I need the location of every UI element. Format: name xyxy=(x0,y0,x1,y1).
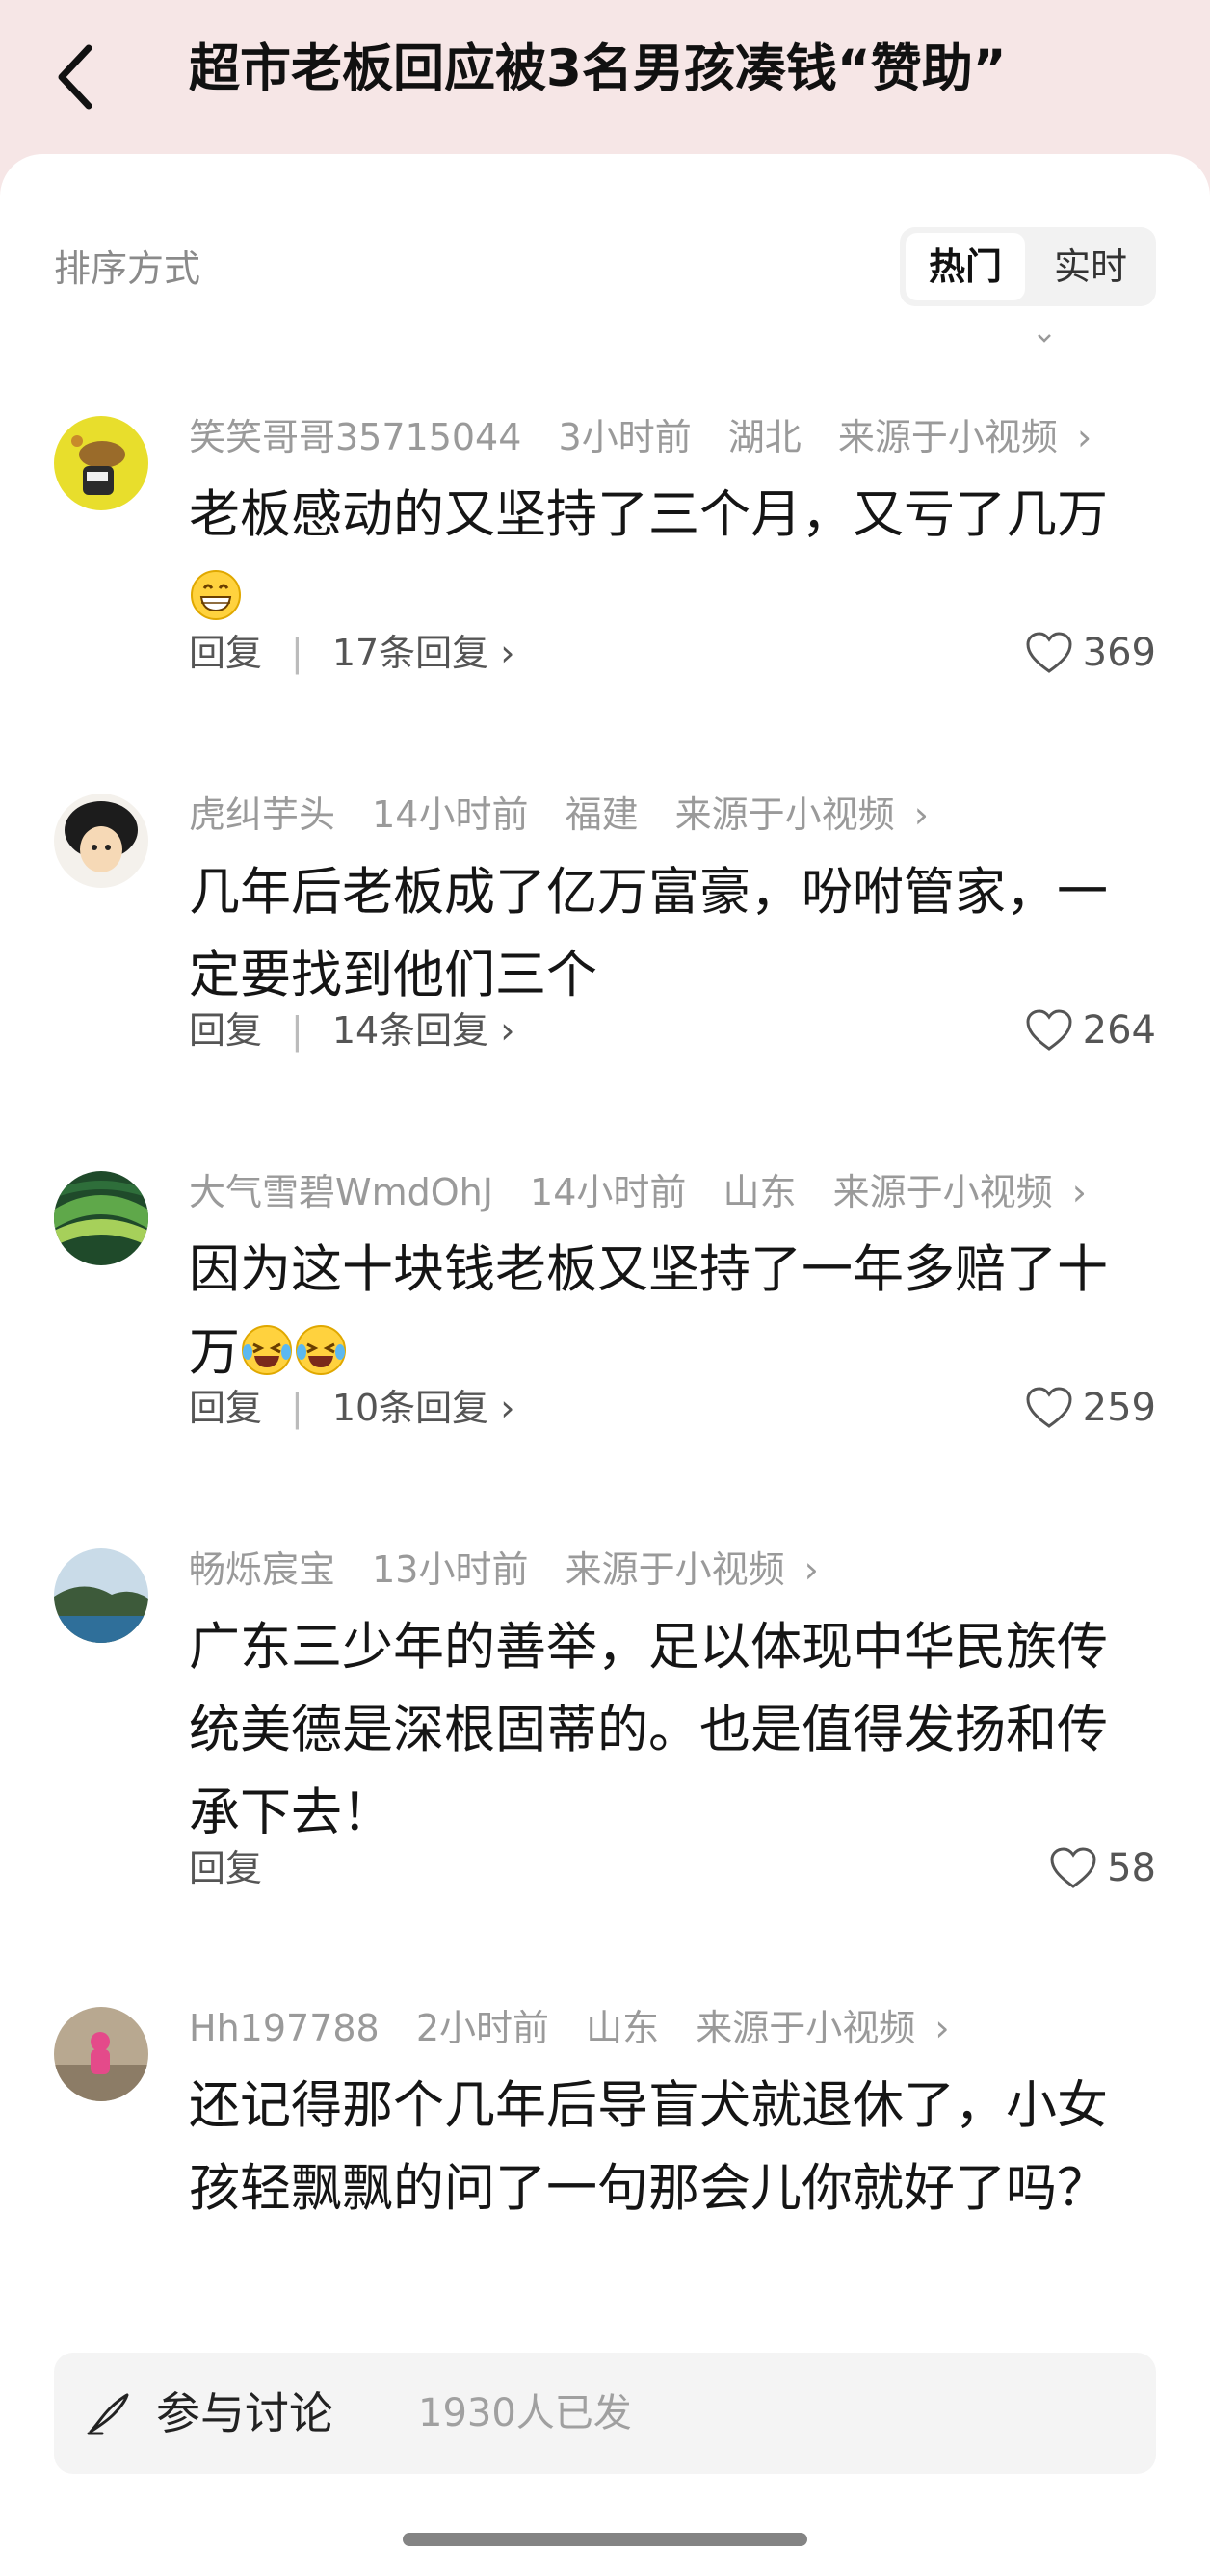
comment-text: 老板感动的又坚持了三个月，又亏了几万 xyxy=(189,474,1133,639)
reply-button[interactable]: 回复 xyxy=(189,632,262,674)
like-button[interactable]: 58 xyxy=(1049,1839,1156,1897)
comment-item: 虎纠芋头 14小时前 福建 来源于小视频 › 几年后老板成了亿万富豪，吩咐管家，… xyxy=(0,788,1210,1115)
comment-time: 14小时前 xyxy=(530,1171,687,1213)
comment-meta: 笑笑哥哥35715044 3小时前 湖北 来源于小视频 › xyxy=(189,410,1092,464)
laugh-cry-emoji-icon xyxy=(242,1325,292,1375)
comment-item: 大气雪碧WmdOhJ 14小时前 山东 来源于小视频 › 因为这十块钱老板又坚持… xyxy=(0,1165,1210,1493)
sort-toggle: 热门 实时 xyxy=(900,227,1156,306)
avatar[interactable] xyxy=(54,1548,148,1643)
comment-actions: 回复 | 10条回复 › xyxy=(189,1387,515,1429)
chevron-right-icon: › xyxy=(934,2007,950,2049)
like-button[interactable]: 264 xyxy=(1025,1002,1156,1059)
comment-meta: Hh197788 2小时前 山东 来源于小视频 › xyxy=(189,2001,950,2055)
avatar[interactable] xyxy=(54,2007,148,2101)
home-indicator xyxy=(403,2533,807,2546)
username[interactable]: 大气雪碧WmdOhJ xyxy=(189,1171,493,1213)
like-count: 259 xyxy=(1082,1386,1156,1430)
sort-option-latest[interactable]: 实时 xyxy=(1031,233,1150,300)
chevron-right-icon: › xyxy=(1071,1171,1087,1213)
heart-icon xyxy=(1026,1009,1072,1051)
comment-text: 几年后老板成了亿万富豪，吩咐管家，一定要找到他们三个 xyxy=(189,863,1108,1004)
comments-panel: 排序方式 热门 实时 笑笑哥哥35715044 3小时前 湖北 来源于小视频 ›… xyxy=(0,154,1210,2576)
comment-item: Hh197788 2小时前 山东 来源于小视频 › 还记得那个几年后导盲犬就退休… xyxy=(0,2001,1210,2319)
view-replies-link[interactable]: 14条回复 xyxy=(332,1009,488,1052)
like-count: 264 xyxy=(1082,1008,1156,1053)
join-discussion-label: 参与讨论 xyxy=(156,2387,333,2439)
comment-time: 14小时前 xyxy=(372,794,529,836)
comment-meta: 畅烁宸宝 13小时前 来源于小视频 › xyxy=(189,1543,819,1597)
comment-location: 山东 xyxy=(586,2007,660,2049)
chevron-right-icon: › xyxy=(913,794,929,836)
comment-item: 畅烁宸宝 13小时前 来源于小视频 › 广东三少年的善举，足以体现中华民族传统美… xyxy=(0,1543,1210,1947)
source-link[interactable]: 来源于小视频 xyxy=(566,1548,785,1591)
view-replies-link[interactable]: 10条回复 xyxy=(332,1387,488,1429)
comment-time: 13小时前 xyxy=(372,1548,529,1591)
sort-label: 排序方式 xyxy=(54,247,201,290)
comment-text: 因为这十块钱老板又坚持了一年多赔了十万 xyxy=(189,1240,1108,1382)
comment-time: 3小时前 xyxy=(558,416,692,458)
pen-icon xyxy=(87,2393,129,2435)
username[interactable]: 畅烁宸宝 xyxy=(189,1548,335,1591)
source-link[interactable]: 来源于小视频 xyxy=(833,1171,1053,1213)
heart-icon xyxy=(1050,1847,1096,1888)
reply-button[interactable]: 回复 xyxy=(189,1009,262,1052)
source-link[interactable]: 来源于小视频 xyxy=(696,2007,915,2049)
comment-actions: 回复 xyxy=(189,1839,262,1897)
avatar[interactable] xyxy=(54,416,148,510)
comment-text: 还记得那个几年后导盲犬就退休了，小女孩轻飘飘的问了一句那会儿你就好了吗？ xyxy=(189,2076,1108,2218)
comment-location: 山东 xyxy=(723,1171,797,1213)
top-bar: 超市老板回应被3名男孩凑钱“赞助” xyxy=(0,0,1210,154)
comment-location: 湖北 xyxy=(727,416,802,458)
comment-actions: 回复 | 14条回复 › xyxy=(189,1009,515,1052)
username[interactable]: Hh197788 xyxy=(189,2007,380,2049)
comment-location: 福建 xyxy=(565,794,639,836)
comment-meta: 虎纠芋头 14小时前 福建 来源于小视频 › xyxy=(189,788,929,842)
source-link[interactable]: 来源于小视频 xyxy=(675,794,895,836)
view-replies-link[interactable]: 17条回复 xyxy=(332,632,488,674)
like-button[interactable]: 369 xyxy=(1025,624,1156,682)
expand-indicator-icon xyxy=(1038,334,1051,343)
source-link[interactable]: 来源于小视频 xyxy=(838,416,1058,458)
heart-icon xyxy=(1026,1387,1072,1428)
chevron-right-icon: › xyxy=(803,1548,819,1591)
sort-option-hot[interactable]: 热门 xyxy=(906,233,1025,300)
reply-button[interactable]: 回复 xyxy=(189,1847,262,1889)
avatar[interactable] xyxy=(54,794,148,888)
username[interactable]: 虎纠芋头 xyxy=(189,794,335,836)
join-discussion-bar[interactable]: 参与讨论 1930人已发 xyxy=(54,2353,1156,2474)
back-arrow-icon[interactable] xyxy=(48,39,106,116)
participant-count: 1930人已发 xyxy=(418,2391,632,2435)
grin-emoji-icon xyxy=(191,570,241,620)
like-button[interactable]: 259 xyxy=(1025,1379,1156,1437)
like-count: 58 xyxy=(1107,1846,1156,1890)
chevron-right-icon: › xyxy=(1077,416,1092,458)
comment-text: 广东三少年的善举，足以体现中华民族传统美德是深根固蒂的。也是值得发扬和传承下去！ xyxy=(189,1618,1108,1842)
comment-meta: 大气雪碧WmdOhJ 14小时前 山东 来源于小视频 › xyxy=(189,1165,1087,1219)
like-count: 369 xyxy=(1082,631,1156,675)
laugh-cry-emoji-icon xyxy=(296,1325,346,1375)
comment-actions: 回复 | 17条回复 › xyxy=(189,632,515,674)
page-title: 超市老板回应被3名男孩凑钱“赞助” xyxy=(189,39,1007,98)
reply-button[interactable]: 回复 xyxy=(189,1387,262,1429)
heart-icon xyxy=(1026,632,1072,673)
comment-item: 笑笑哥哥35715044 3小时前 湖北 来源于小视频 › 老板感动的又坚持了三… xyxy=(0,410,1210,738)
username[interactable]: 笑笑哥哥35715044 xyxy=(189,416,521,458)
comment-time: 2小时前 xyxy=(415,2007,549,2049)
avatar[interactable] xyxy=(54,1171,148,1265)
